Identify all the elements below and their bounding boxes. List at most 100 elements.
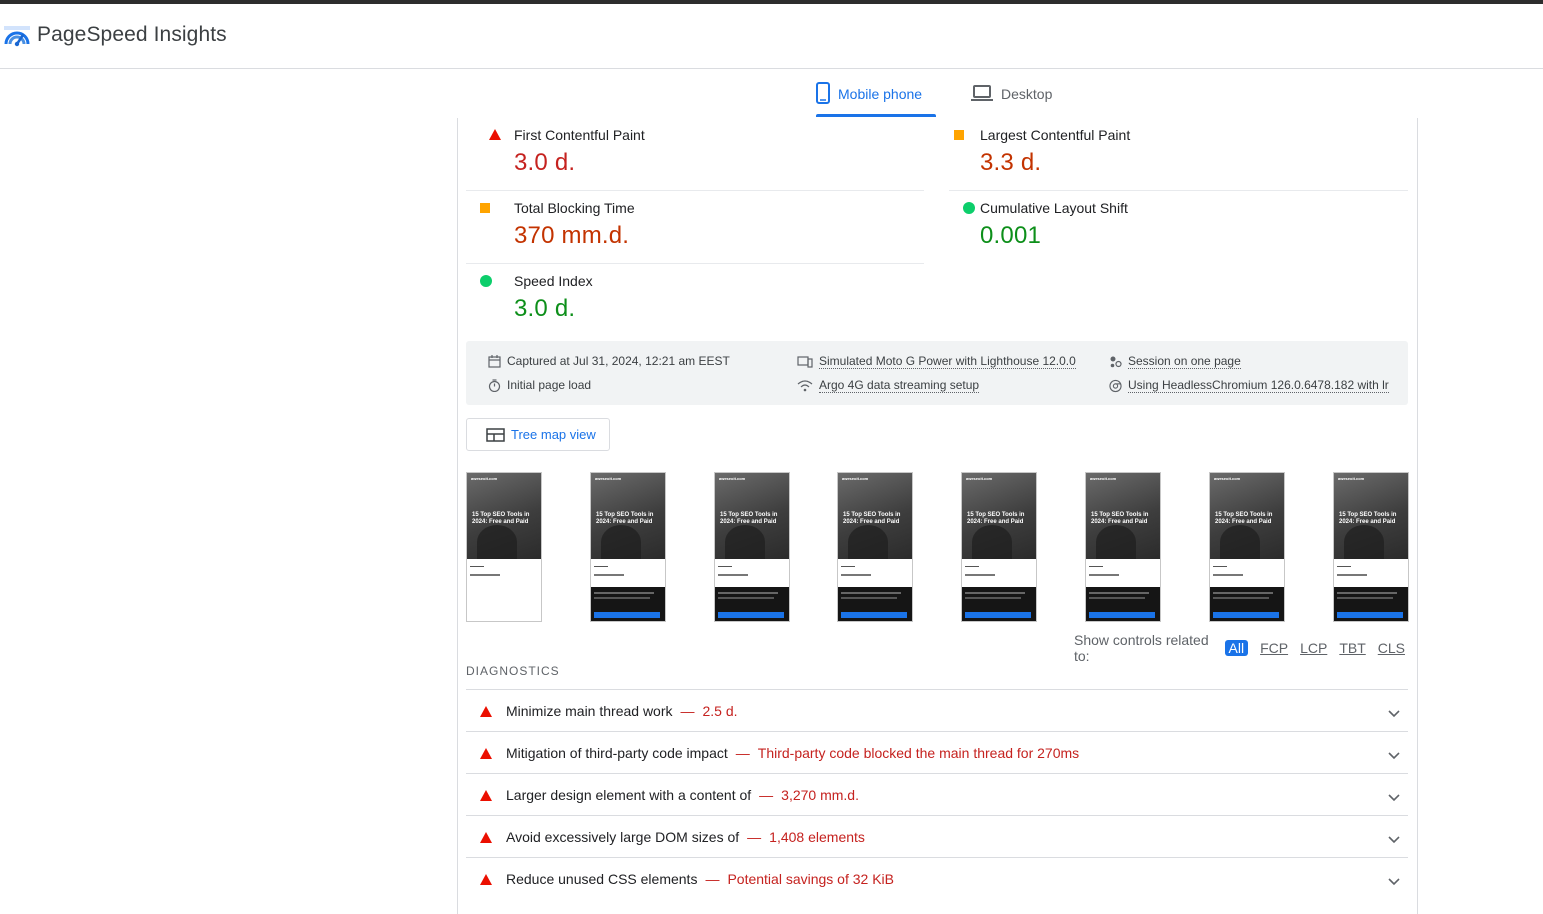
devices-icon [797, 355, 813, 368]
metric-speed-index: Speed Index 3.0 d. [466, 264, 924, 337]
fail-triangle-icon [489, 129, 501, 140]
filmstrip-frame: aweseoit.com 15 Top SEO Tools in 2024: Fr… [961, 472, 1037, 622]
filter-tbt[interactable]: TBT [1339, 640, 1365, 656]
filmstrip-frame: aweseoit.com 15 Top SEO Tools in 2024: Fr… [837, 472, 913, 622]
frame-site-name: aweseoit.com [595, 476, 622, 481]
diagnostic-value: Third-party code blocked the main thread… [757, 745, 1080, 761]
metric-name: Largest Contentful Paint [980, 127, 1131, 143]
frame-site-name: aweseoit.com [719, 476, 746, 481]
network-throttling[interactable]: Argo 4G data streaming setup [797, 378, 980, 393]
fail-triangle-icon [480, 748, 492, 759]
browser-version[interactable]: Using HeadlessChromium 126.0.6478.182 wi… [1109, 378, 1389, 393]
metric-name: First Contentful Paint [514, 127, 645, 143]
filter-lcp[interactable]: LCP [1300, 640, 1327, 656]
session-type[interactable]: Session on one page [1109, 354, 1241, 369]
active-tab-indicator [816, 114, 936, 117]
filter-fcp[interactable]: FCP [1260, 640, 1288, 656]
diagnostic-separator: — [735, 745, 750, 761]
frame-site-name: aweseoit.com [1338, 476, 1365, 481]
frame-dark-section [838, 587, 912, 621]
diagnostic-title: Avoid excessively large DOM sizes of [506, 829, 740, 845]
frame-dark-section [591, 587, 665, 621]
metric-value: 3.0 d. [514, 295, 576, 322]
filter-cls[interactable]: CLS [1378, 640, 1405, 656]
report-panel: First Contentful Paint 3.0 d. Largest Co… [457, 118, 1418, 914]
metric-largest-contentful-paint: Largest Contentful Paint 3.3 d. [949, 118, 1408, 191]
diagnostic-title: Reduce unused CSS elements [506, 871, 698, 887]
diagnostic-value: 1,408 elements [769, 829, 865, 845]
emulated-device[interactable]: Simulated Moto G Power with Lighthouse 1… [797, 354, 1076, 369]
diagnostic-row[interactable]: Reduce unused CSS elements — Potential sav… [466, 857, 1408, 900]
filmstrip-frame: aweseoit.com 15 Top SEO Tools in 2024: Fr… [466, 472, 542, 622]
diagnostic-separator: — [747, 829, 762, 845]
frame-dark-section [1086, 587, 1160, 621]
frame-site-name: aweseoit.com [842, 476, 869, 481]
average-square-icon [954, 130, 964, 140]
diagnostic-value: 3,270 mm.d. [781, 787, 859, 803]
metric-value: 0.001 [980, 222, 1042, 249]
metric-first-contentful-paint: First Contentful Paint 3.0 d. [466, 118, 924, 191]
diagnostic-row[interactable]: Minimize main thread work — 2.5 d. [466, 689, 1408, 732]
fail-triangle-icon [480, 832, 492, 843]
people-icon [1109, 355, 1122, 368]
frame-site-name: aweseoit.com [471, 476, 498, 481]
chevron-down-icon[interactable] [1388, 789, 1400, 807]
chevron-down-icon[interactable] [1388, 705, 1400, 723]
chevron-down-icon[interactable] [1388, 873, 1400, 891]
diagnostic-text: Reduce unused CSS elements — Potential sav… [506, 871, 894, 887]
frame-headline: 15 Top SEO Tools in 2024: Free and Paid [967, 512, 1025, 525]
pass-circle-icon [963, 202, 975, 214]
chrome-icon [1109, 379, 1122, 393]
diagnostic-value: 2.5 d. [702, 703, 738, 719]
diagnostic-title: Mitigation of third-party code impact [506, 745, 728, 761]
tab-mobile-phone[interactable]: Mobile phone [816, 72, 937, 117]
filter-label: Show controls related to: [1074, 632, 1209, 664]
diagnostic-separator: — [705, 871, 720, 887]
metric-name: Speed Index [514, 273, 593, 289]
app-header: PageSpeed Insights [0, 4, 1543, 69]
tab-label: Desktop [1001, 86, 1053, 102]
filmstrip-frame: aweseoit.com 15 Top SEO Tools in 2024: Fr… [590, 472, 666, 622]
tab-desktop[interactable]: Desktop [971, 72, 1071, 116]
metric-name: Total Blocking Time [514, 200, 635, 216]
average-square-icon [480, 203, 490, 213]
diagnostic-value: Potential savings of 32 KiB [727, 871, 894, 887]
wifi-icon [797, 379, 813, 392]
captured-at: Captured at Jul 31, 2024, 12:21 am EEST [488, 354, 730, 368]
diagnostics-heading: DIAGNOSTICS [466, 664, 560, 678]
metric-value: 370 mm.d. [514, 222, 630, 249]
frame-site-name: aweseoit.com [1214, 476, 1241, 481]
filter-all[interactable]: All [1224, 640, 1249, 656]
metric-name: Cumulative Layout Shift [980, 200, 1128, 216]
smartphone-icon [816, 81, 838, 107]
diagnostic-text: Mitigation of third-party code impact — Th… [506, 745, 1079, 761]
diagnostic-row[interactable]: Mitigation of third-party code impact — Th… [466, 731, 1408, 774]
metric-total-blocking-time: Total Blocking Time 370 mm.d. [466, 191, 924, 264]
frame-dark-section [962, 587, 1036, 621]
filmstrip-frame: aweseoit.com 15 Top SEO Tools in 2024: Fr… [1209, 472, 1285, 622]
frame-headline: 15 Top SEO Tools in 2024: Free and Paid [1215, 512, 1273, 525]
laptop-icon [971, 84, 1001, 104]
frame-dark-section [1334, 587, 1408, 621]
frame-dark-section [1210, 587, 1284, 621]
frame-headline: 15 Top SEO Tools in 2024: Free and Paid [1339, 512, 1397, 525]
fail-triangle-icon [480, 706, 492, 717]
filmstrip-frame: aweseoit.com 15 Top SEO Tools in 2024: Fr… [1333, 472, 1409, 622]
tree-map-view-button[interactable]: Tree map view [466, 418, 610, 451]
pagespeed-logo-icon [4, 26, 30, 48]
chevron-down-icon[interactable] [1388, 747, 1400, 765]
frame-headline: 15 Top SEO Tools in 2024: Free and Paid [720, 512, 778, 525]
diagnostic-row[interactable]: Larger design element with a content of —… [466, 773, 1408, 816]
diagnostic-row[interactable]: Avoid excessively large DOM sizes of — 1,4… [466, 815, 1408, 858]
fail-triangle-icon [480, 874, 492, 885]
frame-headline: 15 Top SEO Tools in 2024: Free and Paid [596, 512, 654, 525]
runtime-settings: Captured at Jul 31, 2024, 12:21 am EEST … [466, 341, 1408, 405]
treemap-icon [486, 427, 505, 442]
diagnostic-title: Minimize main thread work [506, 703, 673, 719]
filmstrip-frame: aweseoit.com 15 Top SEO Tools in 2024: Fr… [1085, 472, 1161, 622]
initial-page-load: Initial page load [488, 378, 591, 392]
metric-cumulative-layout-shift: Cumulative Layout Shift 0.001 [949, 191, 1408, 264]
frame-headline: 15 Top SEO Tools in 2024: Free and Paid [843, 512, 901, 525]
chevron-down-icon[interactable] [1388, 831, 1400, 849]
filmstrip-frame: aweseoit.com 15 Top SEO Tools in 2024: Fr… [714, 472, 790, 622]
